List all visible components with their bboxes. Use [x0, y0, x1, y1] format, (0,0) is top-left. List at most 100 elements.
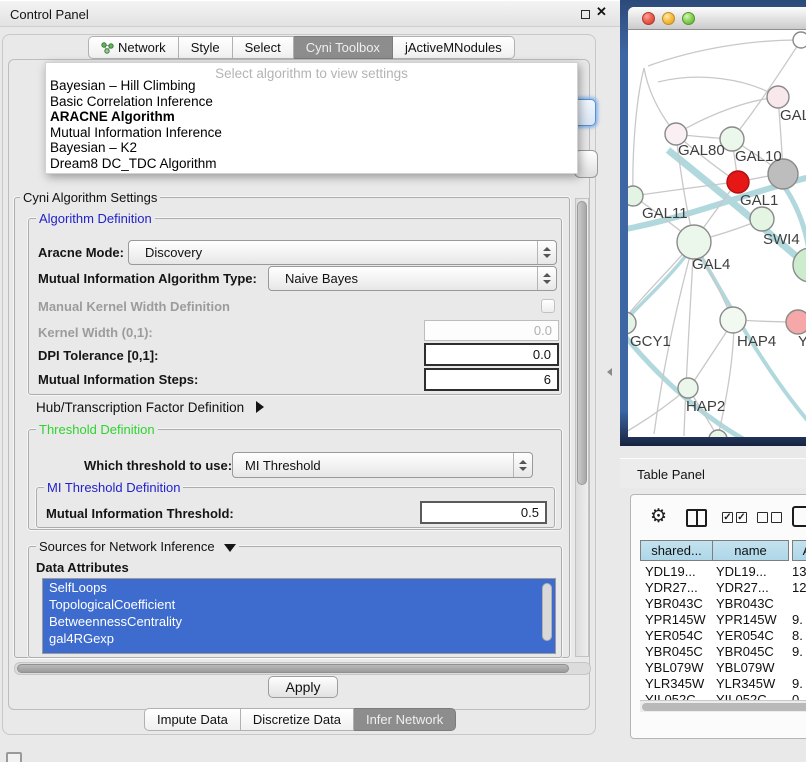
column-header-partial[interactable]: A — [792, 540, 806, 561]
sources-group-title[interactable]: Sources for Network Inference — [36, 539, 239, 554]
bottom-left-partial-icon[interactable] — [6, 752, 22, 762]
tab-select[interactable]: Select — [233, 36, 294, 59]
tab-network[interactable]: Network — [88, 36, 179, 59]
list-item[interactable]: gal4RGexp — [43, 630, 555, 647]
tab-infer-network[interactable]: Infer Network — [354, 708, 456, 731]
unchecked-checkbox-icon[interactable] — [771, 512, 782, 523]
list-scrollbar-thumb[interactable] — [542, 583, 552, 641]
list-item[interactable]: SelfLoops — [43, 579, 555, 596]
settings-vertical-scrollbar[interactable] — [575, 198, 589, 657]
unchecked-checkbox-icon[interactable] — [757, 512, 768, 523]
which-threshold-label: Which threshold to use: — [84, 458, 232, 473]
table-row[interactable]: YBL079WYBL079W — [640, 660, 806, 676]
checked-checkbox-icon[interactable]: ✓ — [736, 512, 747, 523]
mi-type-value: Naive Bayes — [269, 271, 537, 286]
table-row[interactable]: YBR045CYBR045C9. — [640, 644, 806, 660]
checked-checkbox-icon[interactable]: ✓ — [722, 512, 733, 523]
kernel-width-field[interactable]: 0.0 — [424, 320, 559, 341]
minimize-traffic-light-icon[interactable] — [662, 12, 675, 25]
node-gal4[interactable] — [677, 225, 711, 259]
column-header-shared[interactable]: shared... — [640, 540, 713, 561]
mi-type-combo[interactable]: Naive Bayes — [268, 266, 557, 291]
aracne-mode-combo[interactable]: Discovery — [128, 240, 557, 265]
network-icon — [101, 42, 114, 54]
node-hap2[interactable] — [678, 378, 698, 398]
split-columns-icon[interactable] — [686, 509, 707, 527]
algorithm-option-selected[interactable]: ARACNE Algorithm — [46, 109, 577, 125]
close-icon[interactable]: ✕ — [596, 4, 607, 20]
network-canvas[interactable]: GAL80 GAL10 GAL1 GAL11 SWI4 GAL4 GCY1 HA… — [628, 30, 806, 437]
tab-style[interactable]: Style — [179, 36, 233, 59]
algorithm-option[interactable]: Basic Correlation Inference — [46, 94, 577, 110]
dpi-tolerance-field[interactable]: 0.0 — [424, 343, 559, 366]
tab-style-label: Style — [191, 37, 220, 58]
node-gal11[interactable] — [628, 186, 643, 206]
splitter-grip-icon[interactable] — [607, 368, 612, 376]
tab-discretize-data[interactable]: Discretize Data — [241, 708, 354, 731]
list-item[interactable]: BetweennessCentrality — [43, 613, 555, 630]
threshold-definition-title: Threshold Definition — [36, 422, 158, 437]
chevron-down-icon[interactable] — [224, 544, 236, 552]
which-threshold-combo[interactable]: MI Threshold — [232, 452, 533, 478]
algorithm-option[interactable]: Dream8 DC_TDC Algorithm — [46, 156, 577, 172]
column-header-name[interactable]: name — [712, 540, 789, 561]
mi-threshold-title: MI Threshold Definition — [44, 480, 183, 495]
mi-steps-field[interactable]: 6 — [424, 368, 559, 391]
aracne-mode-value: Discovery — [129, 245, 537, 260]
tab-impute-data[interactable]: Impute Data — [144, 708, 241, 731]
table-row[interactable]: YLR345WYLR345W9. — [640, 676, 806, 692]
list-item-partial[interactable] — [43, 647, 555, 654]
node-gcy1[interactable] — [628, 312, 636, 334]
table-row[interactable]: YDL19...YDL19...13 — [640, 564, 806, 580]
combo-stepper-icon[interactable] — [537, 241, 556, 264]
control-panel-title: Control Panel — [10, 7, 89, 22]
table-row[interactable]: YIL052CYIL052C0. — [640, 692, 806, 700]
close-traffic-light-icon[interactable] — [642, 12, 655, 25]
list-item[interactable]: TopologicalCoefficient — [43, 596, 555, 613]
tab-infer-network-label: Infer Network — [366, 709, 443, 730]
scrollbar-thumb[interactable] — [642, 703, 806, 711]
kernel-width-value: 0.0 — [534, 323, 552, 338]
partial-table-icon[interactable] — [792, 506, 806, 527]
node-y-salmon[interactable] — [786, 310, 806, 334]
node-partial-bottom[interactable] — [709, 430, 727, 437]
apply-button-label: Apply — [285, 679, 320, 695]
dpi-tolerance-label: DPI Tolerance [0,1]: — [38, 348, 158, 363]
table-row[interactable]: YBR043CYBR043C — [640, 596, 806, 612]
gear-icon[interactable]: ⚙ — [650, 505, 667, 529]
apply-button[interactable]: Apply — [268, 676, 338, 698]
algorithm-option[interactable]: Bayesian – K2 — [46, 140, 577, 156]
combo-stepper-icon[interactable] — [513, 453, 532, 477]
mi-threshold-field[interactable]: 0.5 — [420, 501, 547, 524]
node-swi4[interactable] — [750, 207, 774, 231]
aracne-mode-label: Aracne Mode: — [38, 245, 124, 260]
screenshot-root: Control Panel ✕ Network Style Select Cyn… — [0, 0, 806, 762]
mi-steps-value: 6 — [544, 372, 551, 387]
float-window-icon[interactable] — [581, 10, 590, 19]
tab-select-label: Select — [245, 37, 281, 58]
data-attributes-list[interactable]: SelfLoops TopologicalCoefficient Between… — [42, 578, 556, 654]
table-row[interactable]: YDR27...YDR27...12 — [640, 580, 806, 596]
node-gal1-red[interactable] — [727, 171, 749, 193]
chevron-right-icon[interactable] — [256, 401, 264, 413]
tab-discretize-data-label: Discretize Data — [253, 709, 341, 730]
settings-horizontal-scrollbar[interactable] — [14, 662, 591, 675]
table-rows: YDL19...YDL19...13 YDR27...YDR27...12 YB… — [640, 561, 806, 700]
table-row[interactable]: YER054CYER054C8. — [640, 628, 806, 644]
table-row[interactable]: YPR145WYPR145W9. — [640, 612, 806, 628]
manual-kernel-checkbox[interactable] — [541, 299, 555, 313]
node-gal-pink[interactable] — [767, 86, 789, 108]
combo-stepper-icon[interactable] — [537, 267, 556, 290]
tab-cyni-toolbox[interactable]: Cyni Toolbox — [294, 36, 393, 59]
scrollbar-thumb[interactable] — [577, 201, 587, 485]
hub-tf-section-header[interactable]: Hub/Transcription Factor Definition — [36, 400, 264, 415]
network-window-titlebar[interactable] — [628, 7, 806, 30]
table-horizontal-scrollbar[interactable] — [640, 700, 806, 712]
node-hap4[interactable] — [720, 307, 746, 333]
tab-jactivemnodules[interactable]: jActiveMNodules — [393, 36, 515, 59]
node-partial-top[interactable] — [793, 32, 806, 48]
zoom-traffic-light-icon[interactable] — [682, 12, 695, 25]
scrollbar-thumb[interactable] — [17, 664, 569, 673]
algorithm-option[interactable]: Mutual Information Inference — [46, 125, 577, 141]
node-label: GAL11 — [642, 205, 688, 222]
